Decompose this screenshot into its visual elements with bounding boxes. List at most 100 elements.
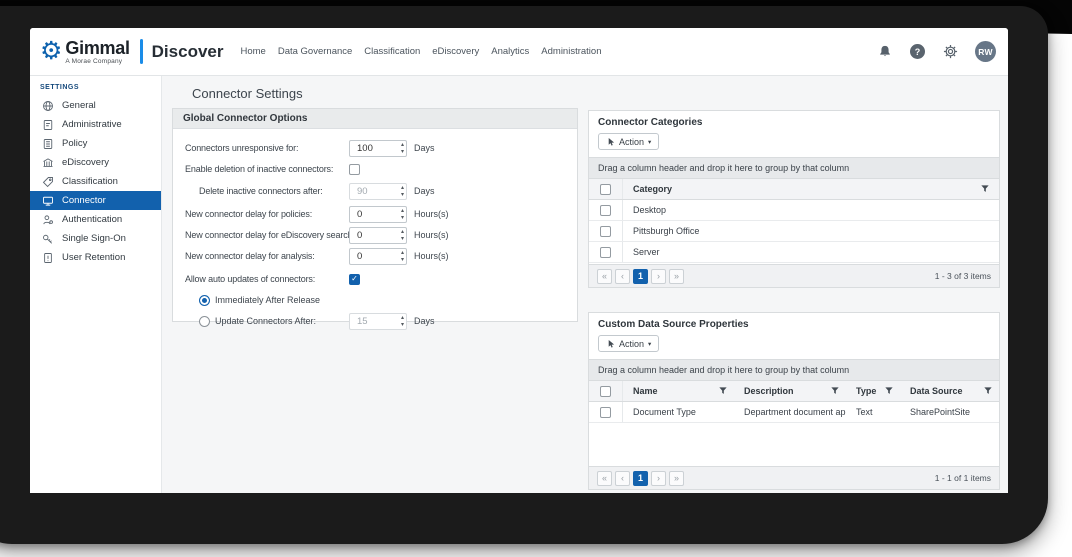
column-header-category[interactable]: Category [633,184,672,194]
nav-item-data-governance[interactable]: Data Governance [278,46,352,57]
connector-categories-panel: Connector Categories Action ▾ Drag a col… [588,110,1000,288]
select-all-checkbox[interactable] [600,386,611,397]
pager-last-button[interactable]: » [669,471,684,486]
delay-analysis-label: New connector delay for analysis: [185,251,349,261]
delay-ediscovery-input[interactable] [350,230,406,241]
sidebar-item-label: eDiscovery [62,157,109,168]
delete-after-unit: Days [414,186,435,196]
sidebar-item-label: User Retention [62,252,125,263]
delay-policies-stepper[interactable]: ▴▾ [349,206,407,223]
sidebar-item-single-sign-on[interactable]: Single Sign-On [30,229,161,248]
column-header-type[interactable]: Type [856,386,876,396]
notifications-bell-icon[interactable] [877,44,893,60]
pager-first-button[interactable]: « [597,269,612,284]
filter-funnel-icon[interactable] [718,386,728,396]
sidebar-item-connector[interactable]: Connector [30,191,161,210]
row-checkbox[interactable] [600,226,611,237]
sidebar-item-policy[interactable]: Policy [30,134,161,153]
user-avatar[interactable]: RW [975,41,996,62]
enable-deletion-checkbox[interactable] [349,164,360,175]
categories-action-button[interactable]: Action ▾ [598,133,659,150]
pager-page-1-button[interactable]: 1 [633,269,648,284]
group-drop-zone[interactable]: Drag a column header and drop it here to… [589,359,999,381]
action-button-label: Action [619,137,644,147]
delay-analysis-unit: Hours(s) [414,251,449,261]
table-row[interactable]: Pittsburgh Office [589,221,999,242]
delay-analysis-stepper[interactable]: ▴▾ [349,248,407,265]
column-header-description[interactable]: Description [744,386,794,396]
nav-item-home[interactable]: Home [240,46,265,57]
column-header-name[interactable]: Name [633,386,658,396]
unresponsive-days-stepper[interactable]: ▴▾ [349,140,407,157]
settings-gear-icon[interactable] [942,44,958,60]
group-drop-zone[interactable]: Drag a column header and drop it here to… [589,157,999,179]
pager-next-button[interactable]: › [651,269,666,284]
pager-prev-button[interactable]: ‹ [615,269,630,284]
sidebar-item-administrative[interactable]: Administrative [30,115,161,134]
delay-ediscovery-stepper[interactable]: ▴▾ [349,227,407,244]
pager: « ‹ 1 › » 1 - 3 of 3 items [589,264,999,287]
sidebar-item-general[interactable]: General [30,96,161,115]
pager-next-button[interactable]: › [651,471,666,486]
properties-action-button[interactable]: Action ▾ [598,335,659,352]
immediately-after-release-radio[interactable] [199,295,210,306]
spinner-up-icon: ▴ [401,185,404,192]
spinner-down-icon[interactable]: ▾ [401,236,404,243]
spinner-down-icon[interactable]: ▾ [401,149,404,156]
auto-updates-checkbox[interactable]: ✓ [349,274,360,285]
auto-updates-label: Allow auto updates of connectors: [185,274,349,284]
header-actions: ? RW [877,41,996,62]
category-cell: Desktop [623,205,999,215]
spinner-up-icon[interactable]: ▴ [401,142,404,149]
filter-funnel-icon[interactable] [980,184,990,194]
table-row[interactable]: Server [589,242,999,263]
delay-analysis-input[interactable] [350,251,406,262]
delay-policies-input[interactable] [350,209,406,220]
row-checkbox[interactable] [600,407,611,418]
sidebar-item-authentication[interactable]: Authentication [30,210,161,229]
custom-data-source-properties-panel: Custom Data Source Properties Action ▾ D… [588,312,1000,490]
row-checkbox[interactable] [600,205,611,216]
spinner-up-icon[interactable]: ▴ [401,208,404,215]
update-connectors-after-radio[interactable] [199,316,210,327]
sidebar-item-classification[interactable]: Classification [30,172,161,191]
pager-page-1-button[interactable]: 1 [633,471,648,486]
update-connectors-after-label: Update Connectors After: [215,316,316,326]
sidebar-item-ediscovery[interactable]: eDiscovery [30,153,161,172]
pager-last-button[interactable]: » [669,269,684,284]
select-all-checkbox[interactable] [600,184,611,195]
row-checkbox[interactable] [600,247,611,258]
nav-item-ediscovery[interactable]: eDiscovery [432,46,479,57]
chevron-down-icon: ▾ [648,138,651,146]
type-cell: Text [846,407,900,417]
nav-item-classification[interactable]: Classification [364,46,420,57]
filter-funnel-icon[interactable] [830,386,840,396]
globe-icon [42,100,54,112]
nav-item-analytics[interactable]: Analytics [491,46,529,57]
pager-prev-button[interactable]: ‹ [615,471,630,486]
user-gear-icon [42,214,54,226]
cursor-icon [606,137,615,147]
pager-first-button[interactable]: « [597,471,612,486]
monitor-icon [42,195,54,207]
spinner-up-icon[interactable]: ▴ [401,250,404,257]
help-icon[interactable]: ? [910,44,925,59]
sidebar-item-user-retention[interactable]: User Retention [30,248,161,267]
table-header: Category [589,179,999,200]
spinner-down-icon[interactable]: ▾ [401,215,404,222]
filter-funnel-icon[interactable] [884,386,894,396]
unresponsive-days-input[interactable] [350,143,406,154]
brand-name: Gimmal [65,39,129,57]
sidebar-item-label: Single Sign-On [62,233,126,244]
table-row[interactable]: Document Type Department document applie… [589,402,999,423]
pager-summary: 1 - 3 of 3 items [935,271,991,281]
spinner-down-icon[interactable]: ▾ [401,257,404,264]
nav-item-administration[interactable]: Administration [541,46,601,57]
filter-funnel-icon[interactable] [983,386,993,396]
column-header-data-source[interactable]: Data Source [910,386,963,396]
sidebar-item-label: Administrative [62,119,122,130]
main-content: Connector Settings Global Connector Opti… [162,76,1008,493]
table-row[interactable]: Desktop [589,200,999,221]
spinner-up-icon[interactable]: ▴ [401,229,404,236]
delay-policies-unit: Hours(s) [414,209,449,219]
